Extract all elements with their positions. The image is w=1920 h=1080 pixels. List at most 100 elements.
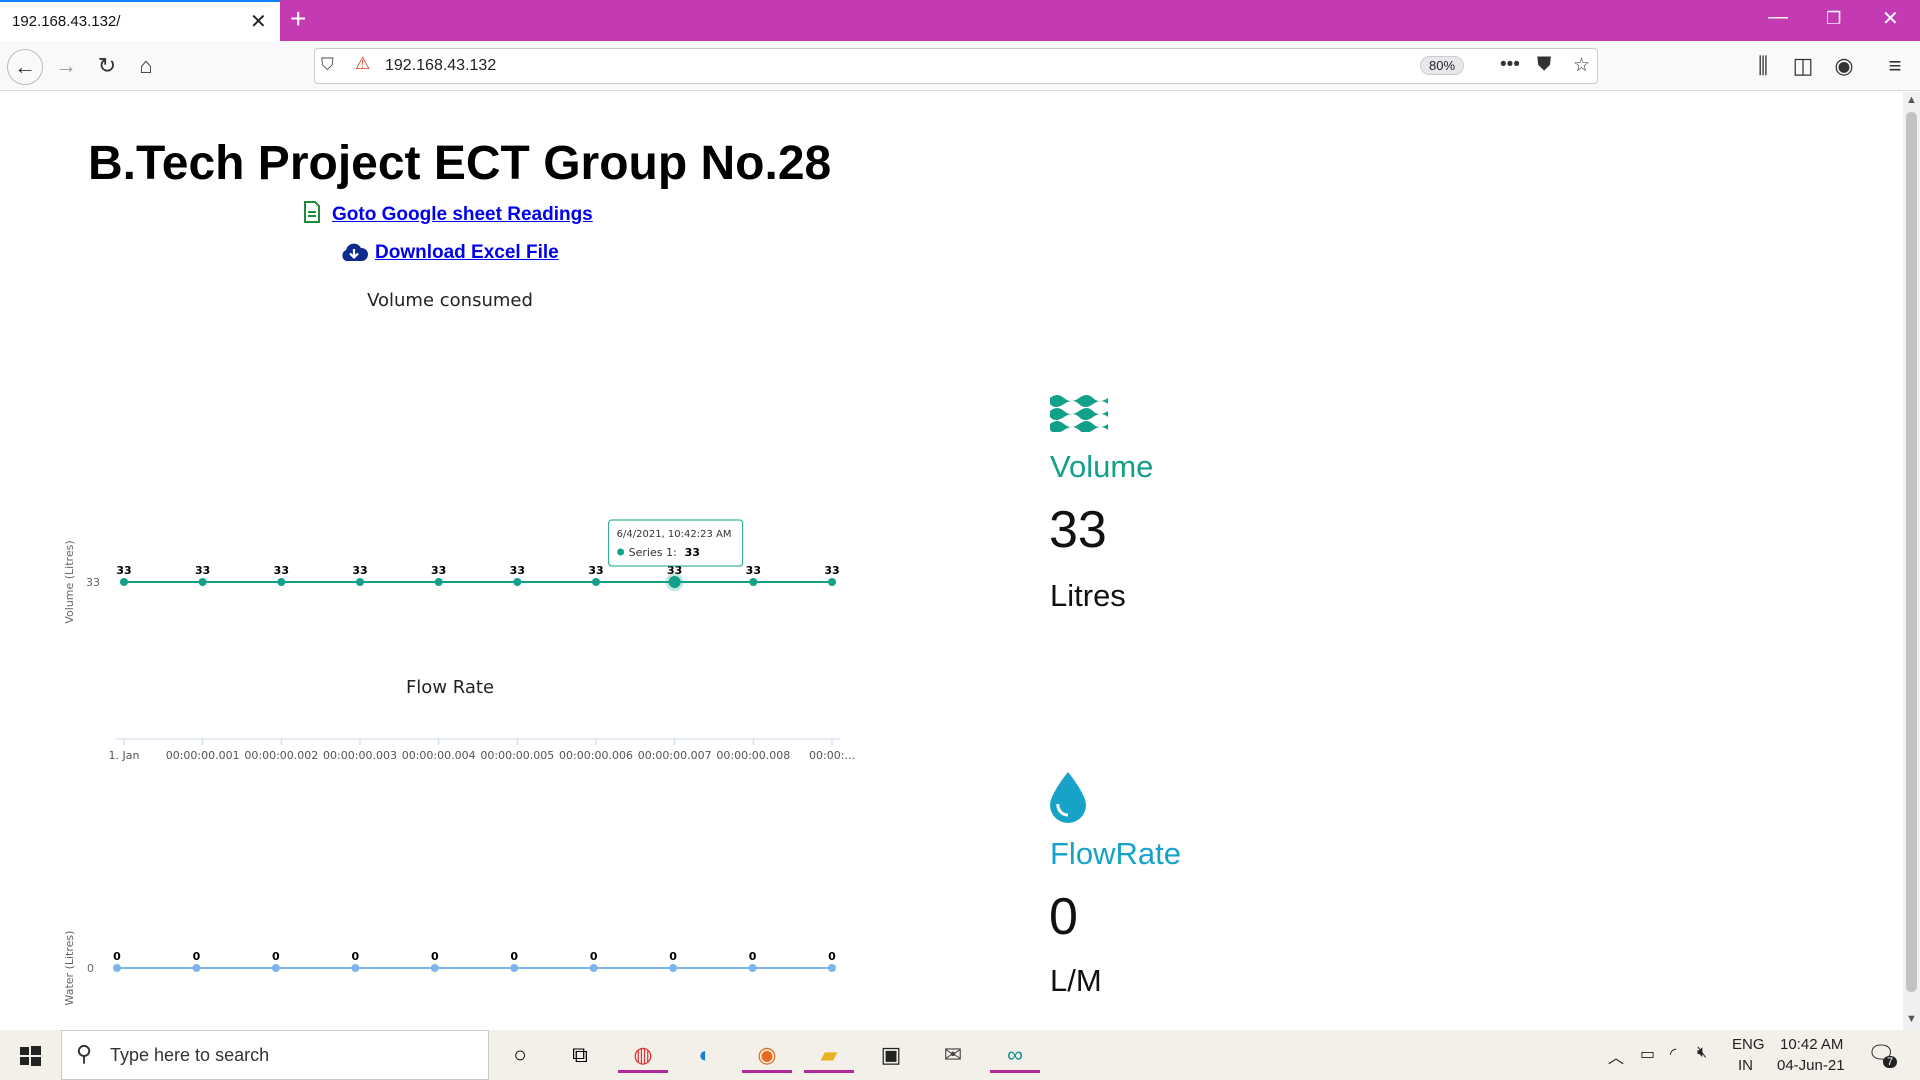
x-tick-label: 00:00:00.003 [323,749,397,762]
arduino-icon[interactable]: ∞ [990,1037,1040,1073]
store-icon[interactable]: ▣ [866,1037,916,1073]
data-point [113,964,121,972]
forward-arrow-icon[interactable]: → [51,51,81,81]
document-icon[interactable] [303,201,321,223]
home-icon[interactable]: ⌂ [131,51,161,81]
data-label: 33 [824,564,839,577]
cloud-download-icon[interactable] [339,241,369,263]
data-point [749,578,758,586]
library-icon[interactable]: ⫼ [1748,51,1778,81]
flowrate-value: 0 [1049,888,1078,946]
browser-tab[interactable]: 192.168.43.132/ ✕ [0,0,280,41]
data-point [430,964,439,972]
language-line2[interactable]: IN [1738,1057,1753,1074]
data-label: 33 [510,564,525,577]
cortana-icon[interactable]: ○ [495,1037,545,1073]
page-scrollbar[interactable]: ▲ ▼ [1903,92,1920,1030]
tooltip-value: 33 [685,546,700,559]
shield-icon[interactable]: ⛉ [321,55,334,75]
page-content: B.Tech Project ECT Group No.28 Goto Goog… [0,92,1903,1030]
data-point [351,964,360,972]
reload-icon[interactable]: ↻ [92,51,122,81]
file-explorer-icon[interactable]: ▰ [804,1037,854,1073]
windows-start-icon[interactable] [0,1030,60,1080]
x-tick-label: 00:00:00.006 [559,749,633,762]
hovered-point [668,576,681,588]
y-axis-label: Volume (Litres) [63,540,76,623]
chart-title-flowrate: Flow Rate [405,677,495,698]
data-label: 0 [272,950,280,963]
flowrate-label: FlowRate [1050,836,1181,871]
flowrate-chart[interactable]: Water (Litres) 0 0 0 0 0 0 0 0 0 0 0 [0,822,880,1032]
tooltip-box [608,519,744,567]
x-tick-label: 00:00:00.008 [716,749,790,762]
tray-expand-icon[interactable]: ︿ [1608,1044,1624,1068]
page-title: B.Tech Project ECT Group No.28 [88,137,832,190]
account-icon[interactable]: ◉ [1829,51,1859,81]
tooltip-date: 6/4/2021, 10:42:23 AM [617,529,732,540]
data-label: 33 [746,564,761,577]
close-tab-icon[interactable]: ✕ [250,9,267,34]
scroll-thumb[interactable] [1906,112,1917,992]
volume-label: Volume [1050,449,1154,484]
taskbar-search-box[interactable]: ⚲ Type here to search [61,1030,489,1080]
clock-date[interactable]: 04-Jun-21 [1777,1057,1845,1074]
window-close-icon[interactable]: ✕ [1882,6,1899,31]
data-point [192,964,201,972]
data-label: 0 [828,950,836,963]
bookmark-star-icon[interactable]: ☆ [1573,54,1590,77]
clock-time[interactable]: 10:42 AM [1780,1036,1843,1053]
new-tab-icon[interactable]: + [290,3,306,35]
firefox-icon[interactable]: ◉ [742,1037,792,1073]
chart-title-volume: Volume consumed [367,290,533,311]
zoom-level-badge[interactable]: 80% [1420,56,1465,75]
wifi-icon[interactable]: ◜ [1670,1044,1676,1064]
scroll-down-icon[interactable]: ▼ [1906,1013,1917,1025]
flowrate-unit: L/M [1050,963,1102,998]
task-view-icon[interactable]: ⧉ [555,1037,605,1073]
page-actions-icon[interactable]: ••• [1500,54,1520,76]
chrome-icon[interactable]: ◍ [618,1037,668,1073]
volume-chart[interactable]: Volume (Litres) 33 1. Jan 00:00:00.001 00:00… [0,412,880,782]
data-label: 0 [669,950,677,963]
data-point [120,578,128,586]
data-point [513,578,522,586]
url-text[interactable]: 192.168.43.132 [385,57,496,75]
data-label: 33 [352,564,367,577]
x-tick-label: 1. Jan [109,749,140,762]
data-label: 33 [116,564,131,577]
data-point [748,964,757,972]
edge-icon[interactable]: ◐ [680,1037,730,1073]
menu-icon[interactable]: ≡ [1880,51,1910,81]
address-bar[interactable]: ⛉ ⚠ 192.168.43.132 80% ••• ⛊ ☆ [314,48,1598,84]
tooltip-series-marker [617,548,625,556]
battery-icon[interactable]: ▭ [1640,1044,1655,1064]
x-tick-label: 00:00:... [809,749,855,762]
language-line1[interactable]: ENG [1732,1036,1765,1053]
data-point [669,964,678,972]
download-excel-link[interactable]: Download Excel File [375,242,559,264]
data-point [356,578,364,586]
insecure-connection-icon[interactable]: ⚠ [355,54,370,74]
y-axis-label: Water (Litres) [63,931,76,1006]
data-point [434,578,443,586]
volume-muted-icon[interactable]: 🔇︎ [1697,1044,1707,1062]
x-tick-label: 00:00:00.005 [480,749,554,762]
pocket-icon[interactable]: ⛊ [1537,54,1551,76]
restore-icon[interactable]: ❐ [1826,9,1841,29]
notification-count-badge: 7 [1883,1056,1898,1068]
data-point [828,964,836,972]
search-placeholder: Type here to search [110,1045,270,1065]
x-tick-label: 00:00:00.007 [638,749,712,762]
browser-navbar: ← → ↻ ⌂ ⛉ ⚠ 192.168.43.132 80% ••• ⛊ ☆ ⫼… [0,41,1920,91]
data-point [198,578,207,586]
data-label: 33 [431,564,446,577]
sidebar-icon[interactable]: ◫ [1788,51,1818,81]
back-arrow-icon[interactable]: ← [7,49,43,85]
minimize-icon[interactable]: — [1768,6,1788,29]
google-sheet-link[interactable]: Goto Google sheet Readings [332,204,593,226]
data-label: 0 [749,950,757,963]
mail-icon[interactable]: ✉ [928,1037,978,1073]
scroll-up-icon[interactable]: ▲ [1906,94,1917,106]
x-tick-label: 00:00:00.001 [166,749,240,762]
